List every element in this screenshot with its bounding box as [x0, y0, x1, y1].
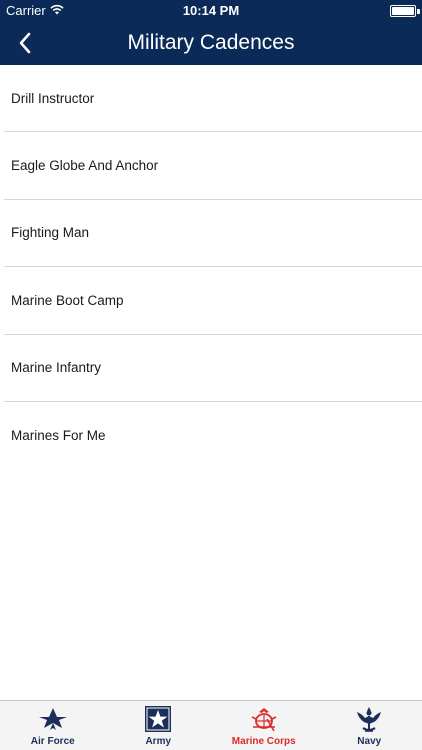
- tab-air-force[interactable]: Air Force: [0, 701, 106, 750]
- marine-corps-emblem-icon: [249, 704, 279, 734]
- header: Carrier 10:14 PM Military Cadences: [0, 0, 422, 65]
- army-star-icon: [143, 704, 173, 734]
- tab-label: Army: [145, 736, 172, 747]
- cadence-list: Drill Instructor Eagle Globe And Anchor …: [0, 65, 422, 469]
- battery-icon: [390, 5, 416, 17]
- list-item[interactable]: Marine Infantry: [4, 335, 422, 402]
- tab-army[interactable]: Army: [106, 701, 212, 750]
- list-item[interactable]: Eagle Globe And Anchor: [4, 132, 422, 200]
- battery-fill: [392, 7, 414, 15]
- tab-label: Air Force: [30, 736, 75, 747]
- tab-marine-corps[interactable]: Marine Corps: [211, 701, 317, 750]
- tab-label: Navy: [357, 736, 382, 747]
- air-force-icon: [38, 704, 68, 734]
- navy-eagle-icon: [354, 704, 384, 734]
- tab-navy[interactable]: Navy: [317, 701, 422, 750]
- screen: Carrier 10:14 PM Military Cadences Drill…: [0, 0, 422, 750]
- status-time: 10:14 PM: [182, 3, 240, 18]
- list-item[interactable]: Fighting Man: [4, 200, 422, 268]
- tab-bar: Air Force Army Marine Corps Navy: [0, 700, 422, 750]
- battery-nub: [417, 9, 420, 14]
- list-item[interactable]: Marine Boot Camp: [4, 267, 422, 335]
- list-item[interactable]: Marines For Me: [4, 402, 422, 469]
- list-item[interactable]: Drill Instructor: [4, 65, 422, 133]
- nav-bar: Military Cadences: [0, 22, 422, 65]
- status-bar: Carrier 10:14 PM: [0, 0, 422, 22]
- tab-label: Marine Corps: [231, 736, 296, 747]
- page-title: Military Cadences: [127, 31, 295, 54]
